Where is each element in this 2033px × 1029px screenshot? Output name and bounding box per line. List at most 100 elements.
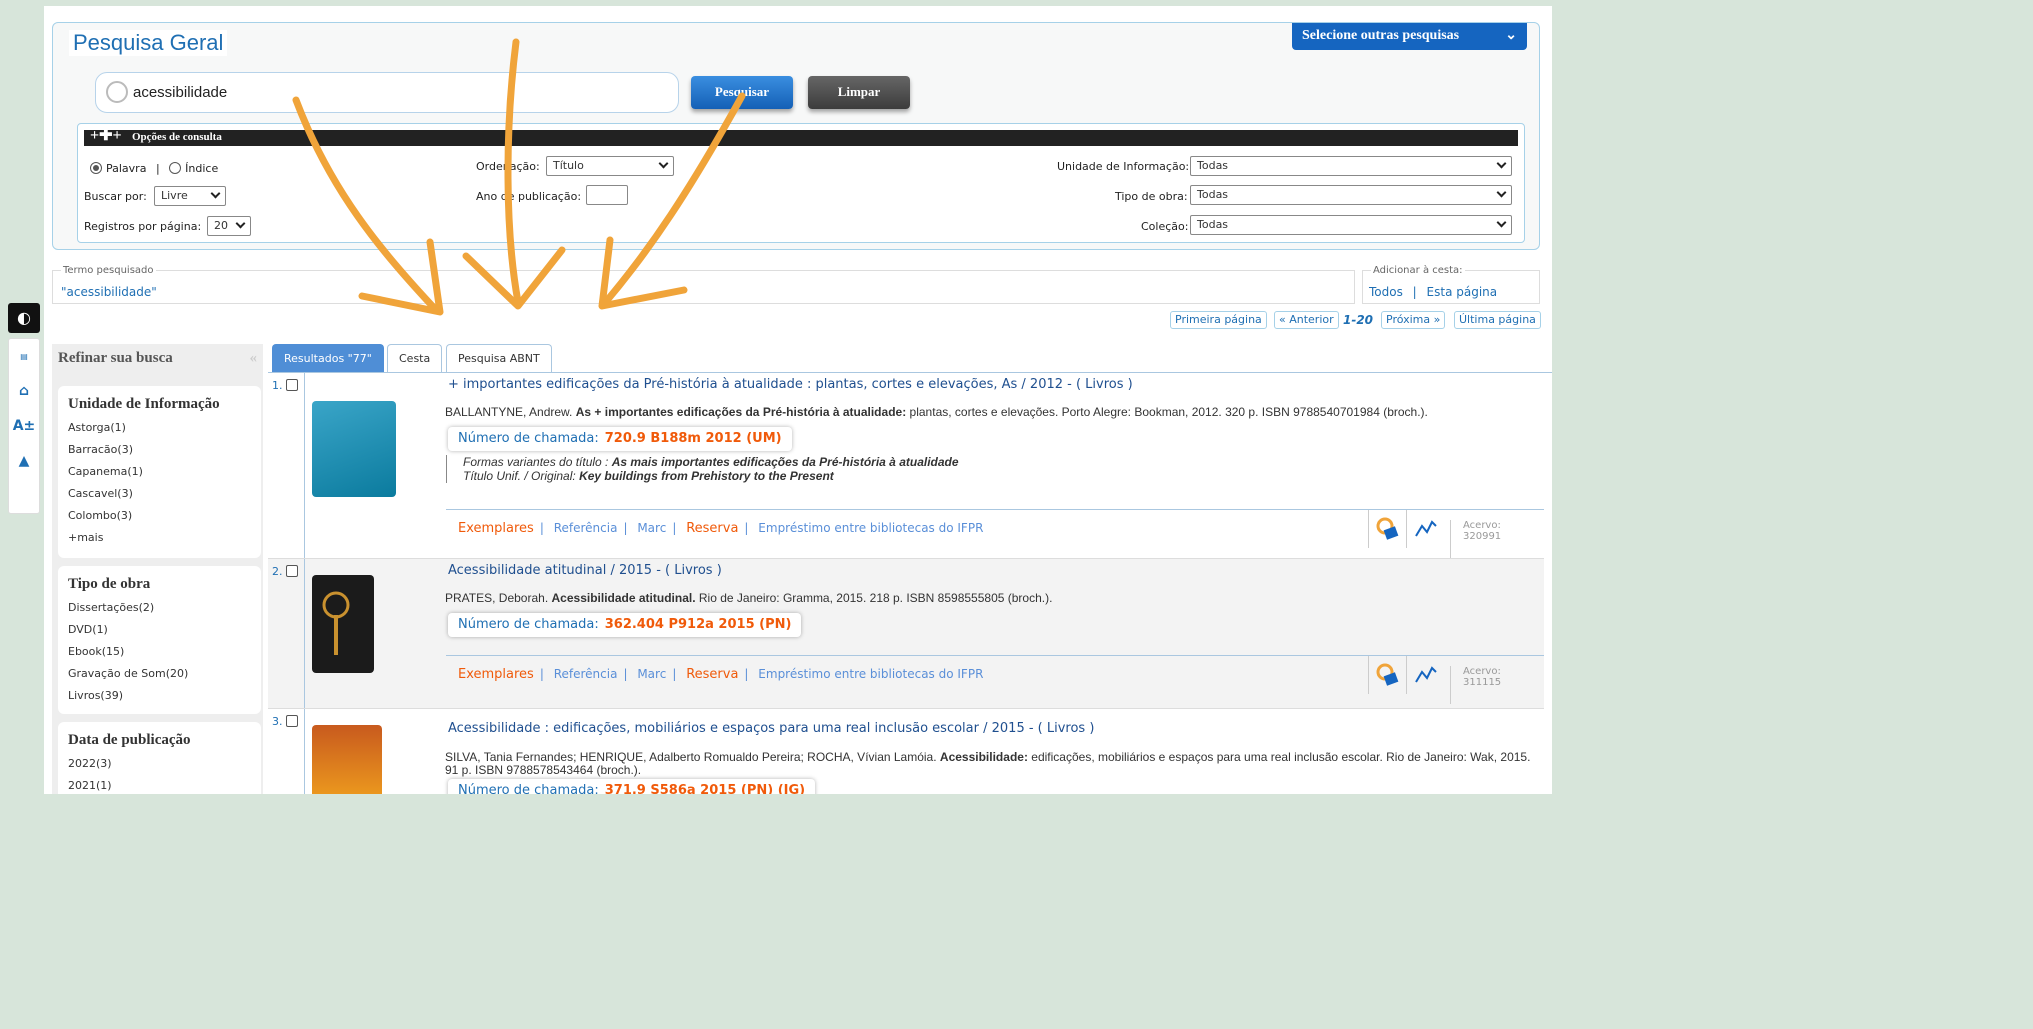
search-icon xyxy=(106,81,128,103)
call-number: Número de chamada: 371.9 S586a 2015 (PN) … xyxy=(448,779,816,794)
marc-link[interactable]: Marc xyxy=(637,667,666,681)
other-searches-label: Selecione outras pesquisas xyxy=(1302,28,1460,43)
result-record: 1. + importantes edificações da Pré-hist… xyxy=(268,373,1544,559)
facet-item[interactable]: Gravação de Som(20) xyxy=(68,663,251,685)
first-page-button[interactable]: Primeira página xyxy=(1170,311,1267,329)
contrast-icon[interactable]: ◐ xyxy=(8,303,40,333)
record-checkbox[interactable] xyxy=(286,715,298,727)
type-select[interactable]: Todas xyxy=(1190,185,1512,205)
acervo-info: Acervo: 311115 xyxy=(1450,666,1501,704)
search-button[interactable]: Pesquisar xyxy=(691,76,793,109)
searched-term-label: Termo pesquisado xyxy=(61,265,156,276)
radio-word-label: Palavra xyxy=(106,162,147,175)
reserva-link[interactable]: Reserva xyxy=(686,521,738,536)
clear-button[interactable]: Limpar xyxy=(808,76,910,109)
unit-select[interactable]: Todas xyxy=(1190,156,1512,176)
record-title[interactable]: Acessibilidade atitudinal / 2015 - ( Liv… xyxy=(448,563,722,578)
query-options: +✚+ Opções de consulta Palavra | Índice … xyxy=(77,123,1525,243)
facet-item[interactable]: Capanema(1) xyxy=(68,461,251,483)
book-cover[interactable] xyxy=(312,401,396,497)
facet-item[interactable]: 2022(3) xyxy=(68,753,251,775)
reserva-link[interactable]: Reserva xyxy=(686,667,738,682)
facet-item[interactable]: DVD(1) xyxy=(68,619,251,641)
searched-term-value: "acessibilidade" xyxy=(61,285,157,299)
collection-select[interactable]: Todas xyxy=(1190,215,1512,235)
radio-index-label: Índice xyxy=(185,162,219,175)
unit-label: Unidade de Informação: xyxy=(1057,160,1190,173)
facet-unit: Unidade de Informação Astorga(1) Barracã… xyxy=(58,386,261,558)
font-size-icon[interactable]: A± xyxy=(9,409,39,444)
marc-link[interactable]: Marc xyxy=(637,521,666,535)
search-input[interactable]: acessibilidade xyxy=(95,72,679,113)
cart-all-link[interactable]: Todos xyxy=(1369,285,1403,299)
order-select[interactable]: Título xyxy=(546,156,674,176)
chevron-down-icon: ⌄ xyxy=(1505,28,1517,43)
records-per-page-select[interactable]: 20 xyxy=(207,216,251,236)
trend-icon[interactable] xyxy=(1406,510,1444,548)
record-divider xyxy=(304,373,305,558)
record-reference: BALLANTYNE, Andrew. As + importantes edi… xyxy=(445,405,1428,419)
accessibility-toolbar: ▤ ⌂ A± ▲ xyxy=(8,338,40,514)
add-to-cart: Adicionar à cesta: Todos | Esta página xyxy=(1362,265,1540,304)
emprestimo-link[interactable]: Empréstimo entre bibliotecas do IFPR xyxy=(758,667,983,681)
facet-item[interactable]: Livros(39) xyxy=(68,685,251,707)
facet-item[interactable]: Astorga(1) xyxy=(68,417,251,439)
search-mode-radios: Palavra | Índice xyxy=(90,162,218,175)
record-reference: PRATES, Deborah. Acessibilidade atitudin… xyxy=(445,591,1053,605)
chevron-down-icon xyxy=(210,188,221,199)
type-label: Tipo de obra: xyxy=(1115,190,1188,203)
collection-value: Todas xyxy=(1197,218,1229,231)
chevron-down-icon xyxy=(235,218,246,229)
query-options-toggle[interactable]: +✚+ Opções de consulta xyxy=(84,128,1518,146)
current-page-range: 1-20 xyxy=(1343,313,1374,327)
refine-header: Refinar sua busca « xyxy=(52,344,263,374)
emprestimo-link[interactable]: Empréstimo entre bibliotecas do IFPR xyxy=(758,521,983,535)
record-title[interactable]: Acessibilidade : edificações, mobiliário… xyxy=(448,721,1094,736)
title-variants: Formas variantes do título : As mais imp… xyxy=(446,455,959,483)
last-page-button[interactable]: Última página xyxy=(1454,311,1541,329)
scroll-top-icon[interactable]: ▲ xyxy=(9,444,39,479)
acervo-info: Acervo: 320991 xyxy=(1450,520,1501,558)
record-checkbox[interactable] xyxy=(286,379,298,391)
record-checkbox[interactable] xyxy=(286,565,298,577)
trend-icon[interactable] xyxy=(1406,656,1444,694)
cart-page-link[interactable]: Esta página xyxy=(1427,285,1498,299)
collapse-icon[interactable]: « xyxy=(250,350,258,367)
results-list: 1. + importantes edificações da Pré-hist… xyxy=(268,372,1552,794)
order-value: Título xyxy=(553,159,584,172)
menu-icon[interactable]: ▤ xyxy=(9,339,39,374)
facet-item[interactable]: Barracão(3) xyxy=(68,439,251,461)
radio-word[interactable] xyxy=(90,162,102,174)
book-cover[interactable] xyxy=(312,575,374,673)
referencia-link[interactable]: Referência xyxy=(554,667,618,681)
tab-abnt[interactable]: Pesquisa ABNT xyxy=(446,344,552,372)
referencia-link[interactable]: Referência xyxy=(554,521,618,535)
exemplares-link[interactable]: Exemplares xyxy=(458,667,534,682)
record-title[interactable]: + importantes edificações da Pré-históri… xyxy=(448,377,1133,392)
facet-more-link[interactable]: +mais xyxy=(68,527,251,549)
result-record: 3. Acessibilidade : edificações, mobiliá… xyxy=(268,709,1544,794)
order-label: Ordenação: xyxy=(476,160,540,173)
facet-item[interactable]: 2021(1) xyxy=(68,775,251,794)
facet-item[interactable]: Dissertações(2) xyxy=(68,597,251,619)
other-searches-dropdown[interactable]: Selecione outras pesquisas ⌄ xyxy=(1292,23,1527,50)
tab-basket[interactable]: Cesta xyxy=(387,344,443,372)
tab-results[interactable]: Resultados "77" xyxy=(272,344,384,372)
previous-page-button[interactable]: « Anterior xyxy=(1274,311,1339,329)
call-number: Número de chamada: 362.404 P912a 2015 (PN… xyxy=(448,613,802,637)
records-per-page-value: 20 xyxy=(214,219,228,232)
book-cover[interactable] xyxy=(312,725,382,794)
exemplares-link[interactable]: Exemplares xyxy=(458,521,534,536)
facet-item[interactable]: Colombo(3) xyxy=(68,505,251,527)
locate-icon[interactable] xyxy=(1368,656,1406,694)
facet-item[interactable]: Ebook(15) xyxy=(68,641,251,663)
radio-index[interactable] xyxy=(169,162,182,174)
refine-sidebar: Refinar sua busca « Unidade de Informaçã… xyxy=(52,344,263,794)
locate-icon[interactable] xyxy=(1368,510,1406,548)
call-number: Número de chamada: 720.9 B188m 2012 (UM) xyxy=(448,427,792,451)
year-input[interactable] xyxy=(586,185,628,205)
facet-item[interactable]: Cascavel(3) xyxy=(68,483,251,505)
next-page-button[interactable]: Próxima » xyxy=(1381,311,1446,329)
home-icon[interactable]: ⌂ xyxy=(9,374,39,409)
search-by-select[interactable]: Livre xyxy=(154,186,226,206)
